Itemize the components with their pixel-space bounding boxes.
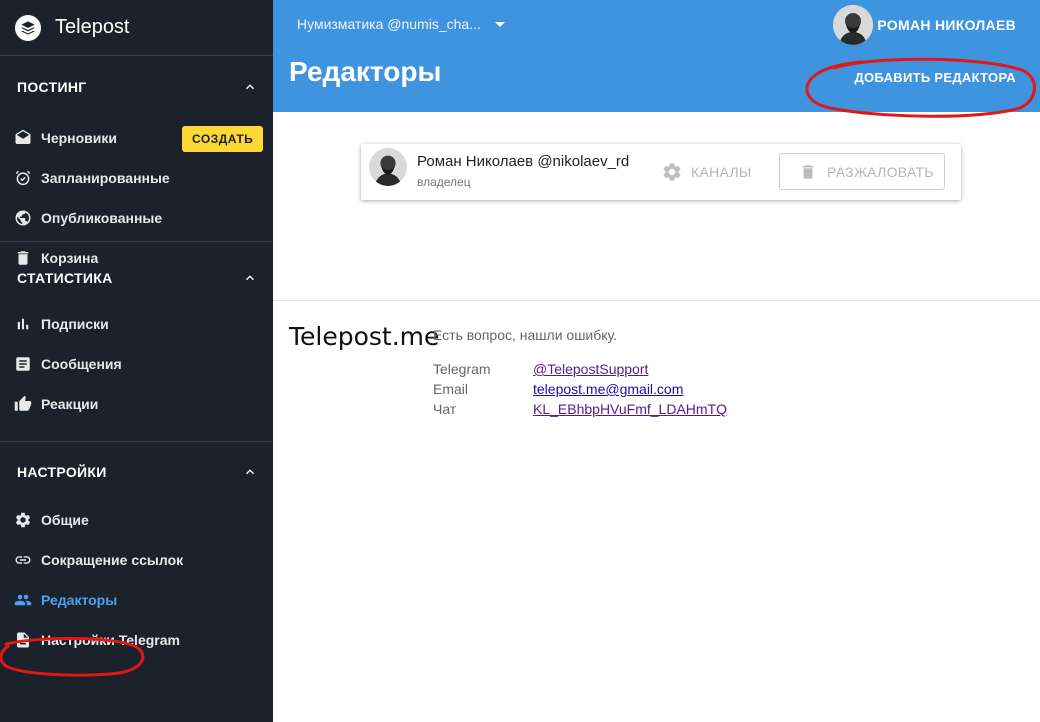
sidebar-item-subscriptions[interactable]: Подписки [0, 304, 273, 344]
chat-link[interactable]: KL_EBhbpHVuFmf_LDAHmTQ [533, 401, 727, 417]
globe-icon [14, 209, 32, 227]
sidebar-item-label: Черновики [41, 130, 118, 146]
sidebar-item-label: Сокращение ссылок [41, 552, 184, 568]
sidebar-item-label: Запланированные [41, 170, 170, 186]
section-settings: НАСТРОЙКИ Общие Сокращение ссылок Редакт… [0, 442, 273, 660]
document-icon [14, 631, 32, 649]
user-name: РОМАН НИКОЛАЕВ [877, 17, 1016, 33]
contact-key: Email [433, 381, 469, 397]
sidebar-item-general[interactable]: Общие [0, 500, 273, 540]
sidebar-item-link-shortening[interactable]: Сокращение ссылок [0, 540, 273, 580]
brand-name: Telepost [55, 16, 130, 38]
sidebar-item-editors[interactable]: Редакторы [0, 580, 273, 620]
sidebar-item-label: Сообщения [41, 356, 122, 372]
sidebar-item-label: Общие [41, 512, 89, 528]
trash-icon [14, 249, 32, 267]
avatar [833, 5, 874, 45]
section-title: НАСТРОЙКИ [17, 464, 107, 480]
alarm-clock-icon [14, 169, 32, 187]
sidebar-item-label: Подписки [41, 316, 109, 332]
contact-row-email: Email telepost.me@gmail.com [433, 379, 727, 399]
envelope-icon [14, 129, 32, 147]
editor-role: владелец [417, 175, 471, 189]
contacts: Telegram @TelepostSupport Email telepost… [433, 359, 727, 419]
section-posting-header[interactable]: ПОСТИНГ [0, 56, 273, 118]
trash-icon [802, 164, 814, 179]
editor-card: Роман Николаев @nikolaev_rd владелец КАН… [361, 144, 961, 200]
gear-icon [14, 511, 32, 529]
sidebar-item-drafts[interactable]: Черновики СОЗДАТЬ [0, 118, 273, 158]
contact-key: Чат [433, 401, 457, 417]
caret-down-icon [494, 21, 505, 27]
contact-row-chat: Чат KL_EBhbpHVuFmf_LDAHmTQ [433, 399, 727, 419]
sidebar-item-messages[interactable]: Сообщения [0, 344, 273, 384]
sidebar-item-label: Настройки Telegram [41, 632, 180, 648]
header: Нумизматика @numis_cha... РОМАН НИКОЛАЕВ… [273, 0, 1040, 112]
user-menu[interactable]: РОМАН НИКОЛАЕВ [833, 5, 1016, 45]
bar-chart-icon [14, 315, 32, 333]
demote-button-label: РАЗЖАЛОВАТЬ [827, 163, 934, 180]
telegram-link[interactable]: @TelepostSupport [533, 361, 648, 377]
section-title: ПОСТИНГ [17, 79, 87, 95]
sidebar-item-label: Редакторы [41, 592, 118, 608]
people-icon [14, 591, 32, 609]
section-posting: ПОСТИНГ Черновики СОЗДАТЬ Запланированны… [0, 56, 273, 266]
sidebar-item-reactions[interactable]: Реакции [0, 384, 273, 424]
link-icon [14, 551, 32, 569]
create-button[interactable]: СОЗДАТЬ [182, 126, 264, 152]
layers-logo-icon [15, 14, 41, 41]
channels-button-label: КАНАЛЫ [691, 164, 752, 180]
chevron-up-icon [246, 84, 254, 90]
avatar [369, 148, 407, 186]
section-settings-header[interactable]: НАСТРОЙКИ [0, 444, 273, 500]
message-list-icon [14, 355, 32, 373]
editor-name: Роман Николаев @nikolaev_rd [417, 153, 630, 170]
channel-select-value: Нумизматика @numis_cha... [297, 16, 481, 32]
thumb-up-icon [14, 395, 32, 413]
footer-note: Есть вопрос, нашли ошибку. [433, 327, 618, 343]
demote-button[interactable]: РАЗЖАЛОВАТЬ [779, 153, 945, 190]
email-link[interactable]: telepost.me@gmail.com [533, 381, 683, 397]
sidebar-item-trash[interactable]: Корзина [0, 238, 273, 278]
sidebar: Telepost ПОСТИНГ Черновики СОЗДАТЬ Запла… [0, 0, 273, 722]
gear-icon [663, 163, 681, 181]
channels-button[interactable]: КАНАЛЫ [661, 161, 752, 183]
page-title: Редакторы [289, 56, 442, 87]
add-editor-button[interactable]: ДОБАВИТЬ РЕДАКТОРА [854, 70, 1016, 85]
divider [273, 300, 1040, 301]
sidebar-item-scheduled[interactable]: Запланированные [0, 158, 273, 198]
sidebar-item-label: Реакции [41, 396, 99, 412]
contact-key: Telegram [433, 361, 491, 377]
footer-logo: Telepost.me [289, 322, 440, 351]
chevron-up-icon [246, 469, 254, 475]
channel-select[interactable]: Нумизматика @numis_cha... [297, 16, 505, 32]
contact-row-telegram: Telegram @TelepostSupport [433, 359, 727, 379]
sidebar-item-label: Корзина [41, 250, 99, 266]
sidebar-item-telegram-settings[interactable]: Настройки Telegram [0, 620, 273, 660]
sidebar-item-label: Опубликованные [41, 210, 163, 226]
brand[interactable]: Telepost [0, 0, 273, 56]
sidebar-item-published[interactable]: Опубликованные [0, 198, 273, 238]
